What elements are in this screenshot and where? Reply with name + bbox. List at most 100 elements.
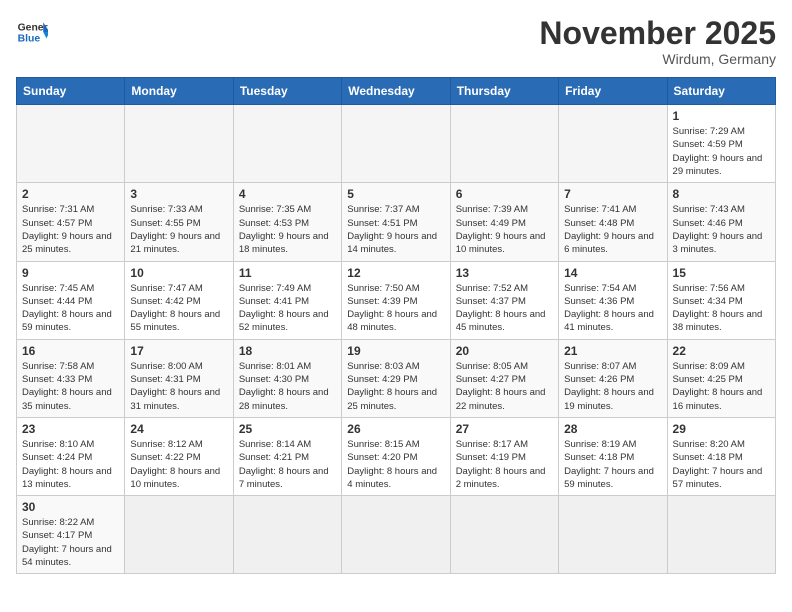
day-info: Sunrise: 7:50 AM Sunset: 4:39 PM Dayligh…: [347, 282, 444, 335]
day-info: Sunrise: 7:41 AM Sunset: 4:48 PM Dayligh…: [564, 203, 661, 256]
day-info: Sunrise: 7:37 AM Sunset: 4:51 PM Dayligh…: [347, 203, 444, 256]
day-cell: 6 Sunrise: 7:39 AM Sunset: 4:49 PM Daylig…: [450, 183, 558, 261]
day-cell: [450, 496, 558, 574]
day-number: 6: [456, 187, 553, 201]
day-cell: 8 Sunrise: 7:43 AM Sunset: 4:46 PM Daylig…: [667, 183, 775, 261]
week-row-1: 1 Sunrise: 7:29 AM Sunset: 4:59 PM Daylig…: [17, 105, 776, 183]
day-cell: 4 Sunrise: 7:35 AM Sunset: 4:53 PM Daylig…: [233, 183, 341, 261]
day-info: Sunrise: 8:01 AM Sunset: 4:30 PM Dayligh…: [239, 360, 336, 413]
day-number: 4: [239, 187, 336, 201]
day-cell: 2 Sunrise: 7:31 AM Sunset: 4:57 PM Daylig…: [17, 183, 125, 261]
day-info: Sunrise: 7:54 AM Sunset: 4:36 PM Dayligh…: [564, 282, 661, 335]
day-info: Sunrise: 7:43 AM Sunset: 4:46 PM Dayligh…: [673, 203, 770, 256]
day-cell: [559, 496, 667, 574]
day-number: 11: [239, 266, 336, 280]
day-number: 23: [22, 422, 119, 436]
day-info: Sunrise: 7:47 AM Sunset: 4:42 PM Dayligh…: [130, 282, 227, 335]
day-number: 25: [239, 422, 336, 436]
day-number: 21: [564, 344, 661, 358]
day-cell: 30 Sunrise: 8:22 AM Sunset: 4:17 PM Dayli…: [17, 496, 125, 574]
day-number: 12: [347, 266, 444, 280]
day-cell: [667, 496, 775, 574]
day-cell: 1 Sunrise: 7:29 AM Sunset: 4:59 PM Daylig…: [667, 105, 775, 183]
days-header-row: SundayMondayTuesdayWednesdayThursdayFrid…: [17, 78, 776, 105]
day-info: Sunrise: 7:29 AM Sunset: 4:59 PM Dayligh…: [673, 125, 770, 178]
day-cell: 26 Sunrise: 8:15 AM Sunset: 4:20 PM Dayli…: [342, 417, 450, 495]
day-cell: 23Sunrise: 8:10 AM Sunset: 4:24 PM Dayli…: [17, 417, 125, 495]
day-number: 30: [22, 500, 119, 514]
day-cell: 18 Sunrise: 8:01 AM Sunset: 4:30 PM Dayli…: [233, 339, 341, 417]
day-cell: 20 Sunrise: 8:05 AM Sunset: 4:27 PM Dayli…: [450, 339, 558, 417]
day-info: Sunrise: 8:22 AM Sunset: 4:17 PM Dayligh…: [22, 516, 119, 569]
day-number: 20: [456, 344, 553, 358]
day-number: 28: [564, 422, 661, 436]
day-cell: [125, 496, 233, 574]
day-cell: 21 Sunrise: 8:07 AM Sunset: 4:26 PM Dayli…: [559, 339, 667, 417]
day-number: 3: [130, 187, 227, 201]
day-info: Sunrise: 7:39 AM Sunset: 4:49 PM Dayligh…: [456, 203, 553, 256]
day-cell: 11Sunrise: 7:49 AM Sunset: 4:41 PM Dayli…: [233, 261, 341, 339]
day-info: Sunrise: 7:58 AM Sunset: 4:33 PM Dayligh…: [22, 360, 119, 413]
day-cell: 29Sunrise: 8:20 AM Sunset: 4:18 PM Dayli…: [667, 417, 775, 495]
day-number: 15: [673, 266, 770, 280]
day-cell: 24Sunrise: 8:12 AM Sunset: 4:22 PM Dayli…: [125, 417, 233, 495]
day-cell: 27Sunrise: 8:17 AM Sunset: 4:19 PM Dayli…: [450, 417, 558, 495]
day-cell: [559, 105, 667, 183]
day-info: Sunrise: 7:56 AM Sunset: 4:34 PM Dayligh…: [673, 282, 770, 335]
day-cell: 5 Sunrise: 7:37 AM Sunset: 4:51 PM Daylig…: [342, 183, 450, 261]
day-info: Sunrise: 8:15 AM Sunset: 4:20 PM Dayligh…: [347, 438, 444, 491]
day-number: 5: [347, 187, 444, 201]
day-number: 18: [239, 344, 336, 358]
day-number: 2: [22, 187, 119, 201]
day-header-saturday: Saturday: [667, 78, 775, 105]
day-info: Sunrise: 7:31 AM Sunset: 4:57 PM Dayligh…: [22, 203, 119, 256]
day-cell: 12 Sunrise: 7:50 AM Sunset: 4:39 PM Dayli…: [342, 261, 450, 339]
day-cell: 14Sunrise: 7:54 AM Sunset: 4:36 PM Dayli…: [559, 261, 667, 339]
day-info: Sunrise: 8:12 AM Sunset: 4:22 PM Dayligh…: [130, 438, 227, 491]
day-info: Sunrise: 8:00 AM Sunset: 4:31 PM Dayligh…: [130, 360, 227, 413]
title-section: November 2025 Wirdum, Germany: [539, 16, 776, 67]
day-cell: 7 Sunrise: 7:41 AM Sunset: 4:48 PM Daylig…: [559, 183, 667, 261]
day-cell: 17Sunrise: 8:00 AM Sunset: 4:31 PM Dayli…: [125, 339, 233, 417]
day-number: 27: [456, 422, 553, 436]
day-header-thursday: Thursday: [450, 78, 558, 105]
day-cell: [125, 105, 233, 183]
day-number: 1: [673, 109, 770, 123]
day-info: Sunrise: 7:33 AM Sunset: 4:55 PM Dayligh…: [130, 203, 227, 256]
day-cell: [342, 496, 450, 574]
day-number: 16: [22, 344, 119, 358]
day-cell: 16 Sunrise: 7:58 AM Sunset: 4:33 PM Dayli…: [17, 339, 125, 417]
day-info: Sunrise: 8:14 AM Sunset: 4:21 PM Dayligh…: [239, 438, 336, 491]
day-number: 26: [347, 422, 444, 436]
day-cell: 25 Sunrise: 8:14 AM Sunset: 4:21 PM Dayli…: [233, 417, 341, 495]
day-cell: 10Sunrise: 7:47 AM Sunset: 4:42 PM Dayli…: [125, 261, 233, 339]
day-number: 19: [347, 344, 444, 358]
logo: General Blue: [16, 16, 48, 48]
month-title: November 2025: [539, 16, 776, 51]
day-cell: 3 Sunrise: 7:33 AM Sunset: 4:55 PM Daylig…: [125, 183, 233, 261]
day-cell: [17, 105, 125, 183]
day-number: 7: [564, 187, 661, 201]
day-header-monday: Monday: [125, 78, 233, 105]
day-info: Sunrise: 8:07 AM Sunset: 4:26 PM Dayligh…: [564, 360, 661, 413]
day-number: 29: [673, 422, 770, 436]
day-cell: [233, 496, 341, 574]
day-cell: 13 Sunrise: 7:52 AM Sunset: 4:37 PM Dayli…: [450, 261, 558, 339]
day-info: Sunrise: 8:19 AM Sunset: 4:18 PM Dayligh…: [564, 438, 661, 491]
day-number: 9: [22, 266, 119, 280]
header: General Blue November 2025 Wirdum, Germa…: [16, 16, 776, 67]
day-info: Sunrise: 8:05 AM Sunset: 4:27 PM Dayligh…: [456, 360, 553, 413]
day-number: 13: [456, 266, 553, 280]
day-cell: [450, 105, 558, 183]
day-info: Sunrise: 7:52 AM Sunset: 4:37 PM Dayligh…: [456, 282, 553, 335]
day-number: 22: [673, 344, 770, 358]
calendar-table: SundayMondayTuesdayWednesdayThursdayFrid…: [16, 77, 776, 574]
week-row-2: 2 Sunrise: 7:31 AM Sunset: 4:57 PM Daylig…: [17, 183, 776, 261]
day-info: Sunrise: 8:03 AM Sunset: 4:29 PM Dayligh…: [347, 360, 444, 413]
day-header-wednesday: Wednesday: [342, 78, 450, 105]
day-cell: 22Sunrise: 8:09 AM Sunset: 4:25 PM Dayli…: [667, 339, 775, 417]
day-header-sunday: Sunday: [17, 78, 125, 105]
day-info: Sunrise: 7:45 AM Sunset: 4:44 PM Dayligh…: [22, 282, 119, 335]
day-info: Sunrise: 7:35 AM Sunset: 4:53 PM Dayligh…: [239, 203, 336, 256]
day-number: 8: [673, 187, 770, 201]
